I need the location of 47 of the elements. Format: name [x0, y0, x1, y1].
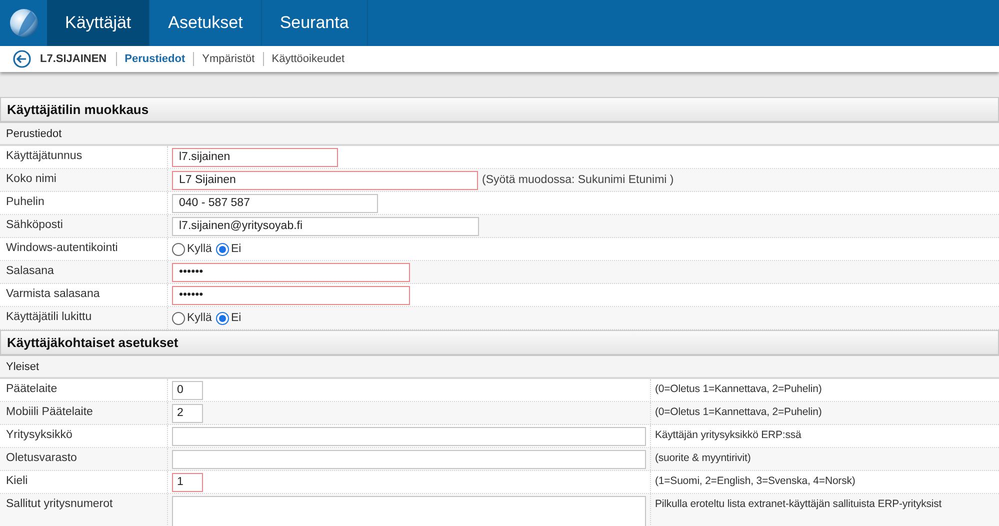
section-header: Käyttäjäkohtaiset asetukset: [0, 330, 999, 356]
nav-tab[interactable]: Seuranta: [262, 0, 368, 46]
input-field[interactable]: [172, 450, 646, 468]
section-header: Käyttäjätilin muokkaus: [0, 97, 999, 123]
input-field[interactable]: l7.sijainen: [172, 148, 338, 166]
field-label: Salasana: [0, 261, 168, 283]
field-label: Kieli: [0, 471, 168, 493]
input-field[interactable]: l7.sijainen@yritysoyab.fi: [172, 216, 479, 236]
input-field[interactable]: 040 - 587 587: [172, 194, 378, 212]
back-icon[interactable]: [13, 50, 31, 68]
input-field[interactable]: L7 Sijainen: [172, 170, 478, 190]
field-note: (suorite & myyntirivit): [650, 448, 999, 470]
radio-option[interactable]: Kyllä: [172, 312, 212, 324]
field-label: Oletusvarasto: [0, 448, 168, 470]
input-field[interactable]: [172, 426, 646, 446]
field-label: Päätelaite: [0, 379, 168, 401]
group-header: Yleiset: [0, 356, 999, 379]
field-note: (0=Oletus 1=Kannettava, 2=Puhelin): [650, 379, 999, 401]
field-label: Yritysyksikkö: [0, 425, 168, 447]
field-note: Pilkulla eroteltu lista extranet-käyttäjän sallituista ERP-yrityksist: [650, 494, 999, 526]
sub-nav-link[interactable]: Käyttöoikeudet: [262, 52, 353, 66]
field-note: Käyttäjän yritysyksikkö ERP:ssä: [650, 425, 999, 447]
nav-tab[interactable]: Käyttäjät: [47, 0, 150, 46]
field-label: Käyttäjätunnus: [0, 146, 168, 168]
input-field[interactable]: 2: [172, 404, 203, 422]
field-label: Käyttäjätili lukittu: [0, 307, 168, 329]
field-label: Koko nimi: [0, 169, 168, 191]
field-label: Windows-autentikointi: [0, 238, 168, 260]
field-label: Mobiili Päätelaite: [0, 402, 168, 424]
field-hint: (Syötä muodossa: Sukunimi Etunimi ): [482, 174, 674, 186]
group-header: Perustiedot: [0, 123, 999, 146]
field-label: Sallitut yritysnumerot: [0, 494, 168, 526]
password-field[interactable]: ••••••: [172, 286, 410, 304]
input-field[interactable]: 1: [172, 472, 203, 492]
field-note: (1=Suomi, 2=English, 3=Svenska, 4=Norsk): [650, 471, 999, 493]
radio-option[interactable]: Kyllä: [172, 242, 212, 256]
field-note: (0=Oletus 1=Kannettava, 2=Puhelin): [650, 402, 999, 424]
password-field[interactable]: ••••••: [172, 262, 410, 282]
input-field[interactable]: 0: [172, 380, 203, 400]
sub-nav-link[interactable]: Ympäristöt: [193, 52, 263, 66]
user-title: L7.SIJAINEN: [40, 53, 107, 65]
nav-tab[interactable]: Asetukset: [150, 0, 262, 46]
sub-nav-link[interactable]: Perustiedot: [116, 52, 194, 66]
field-label: Varmista salasana: [0, 284, 168, 306]
field-label: Sähköposti: [0, 215, 168, 237]
field-label: Puhelin: [0, 192, 168, 214]
logo-icon: [8, 8, 38, 38]
